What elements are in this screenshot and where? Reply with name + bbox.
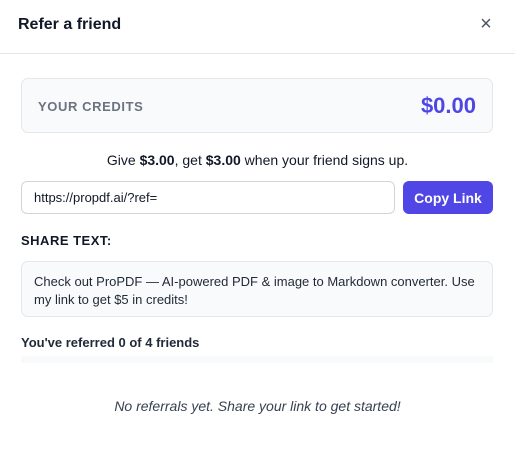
offer-get-amount: $3.00 [205, 152, 241, 168]
offer-suffix: when your friend signs up. [240, 152, 409, 168]
credits-card: YOUR CREDITS $0.00 [21, 78, 493, 133]
offer-text: Give $3.00, get $3.00 when your friend s… [0, 152, 515, 168]
close-icon[interactable]: × [476, 12, 496, 36]
offer-give-amount: $3.00 [139, 152, 175, 168]
referral-list-header [21, 356, 493, 363]
referral-count: You've referred 0 of 4 friends [21, 335, 200, 350]
empty-referrals-message: No referrals yet. Share your link to get… [114, 398, 401, 414]
credits-label: YOUR CREDITS [38, 99, 144, 114]
share-text-heading: SHARE TEXT: [21, 233, 112, 248]
offer-prefix: Give [106, 152, 140, 168]
copy-link-button[interactable]: Copy Link [403, 181, 493, 214]
referral-link-input[interactable] [21, 181, 395, 214]
modal-header: Refer a friend × [0, 0, 515, 54]
modal-title: Refer a friend [18, 16, 122, 33]
share-text-box[interactable]: Check out ProPDF — AI-powered PDF & imag… [21, 261, 493, 317]
refer-modal: Refer a friend × YOUR CREDITS $0.00 Give… [0, 0, 515, 458]
offer-middle: , get [174, 152, 206, 168]
credits-value: $0.00 [420, 93, 476, 118]
